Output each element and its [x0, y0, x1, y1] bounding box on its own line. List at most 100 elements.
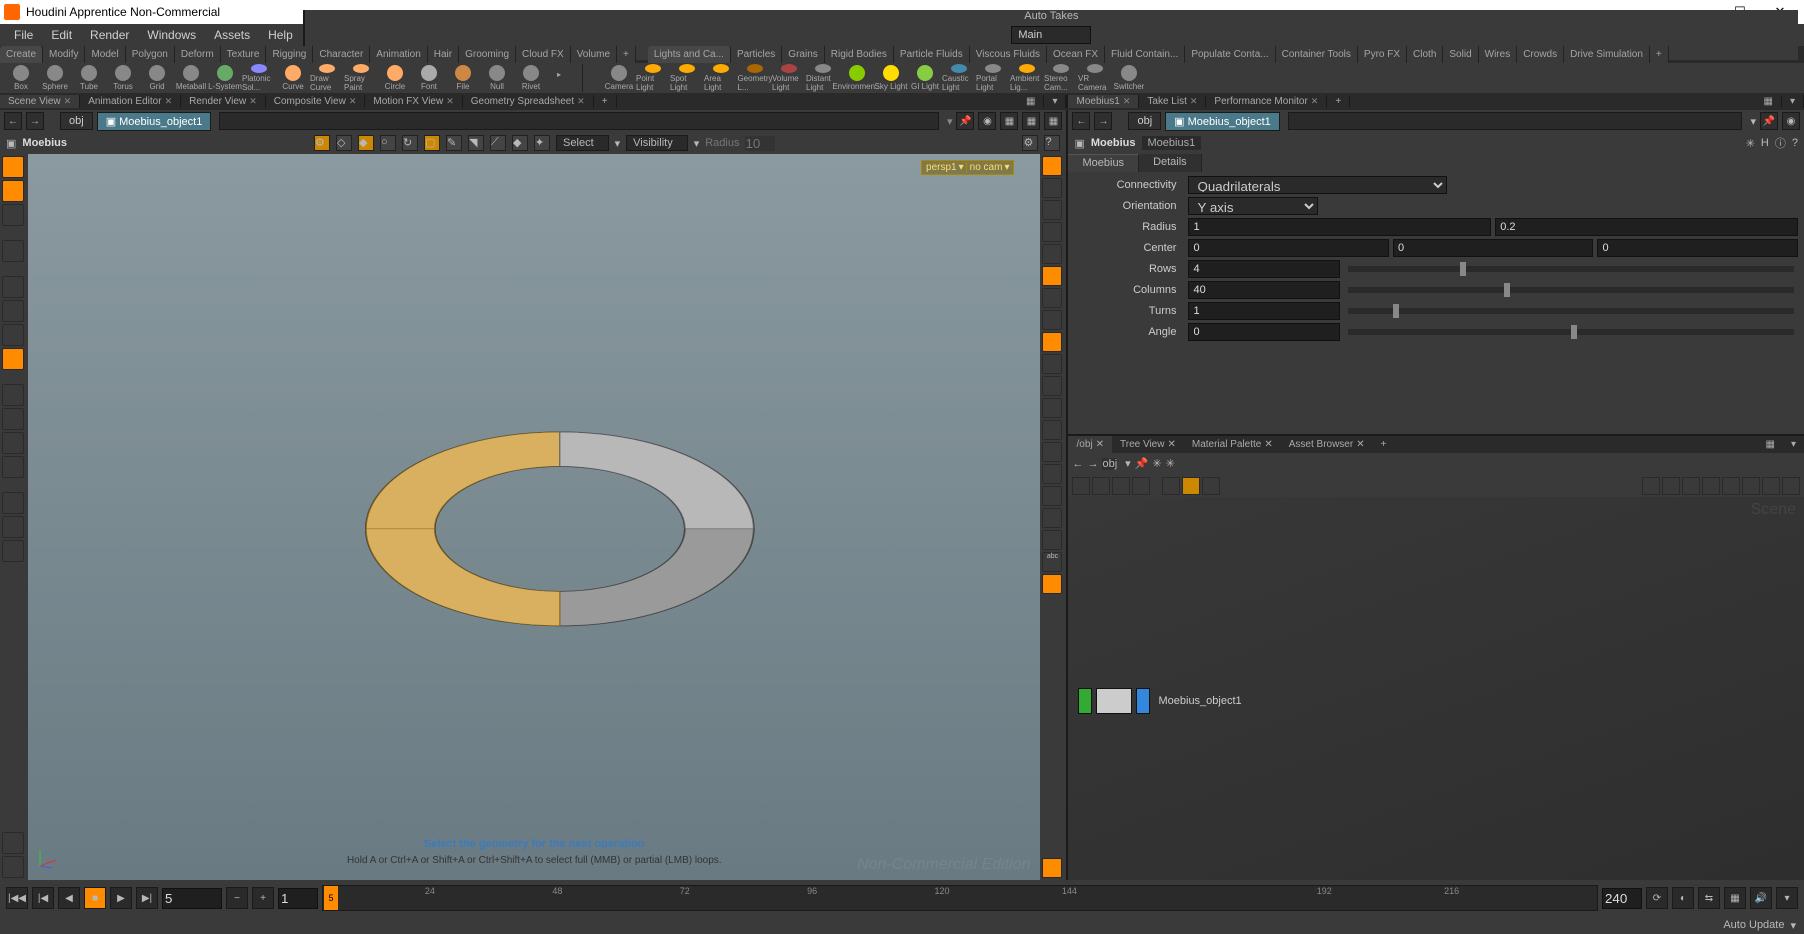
step-back-button[interactable]: |◀ — [32, 887, 54, 909]
shelf-tool-tube[interactable]: Tube — [72, 64, 106, 92]
display-icon[interactable]: ◇ — [336, 135, 352, 151]
link-icon[interactable]: ◉ — [1782, 112, 1800, 130]
operator-name-field[interactable]: Moebius1 — [1142, 136, 1202, 150]
chevron-down-icon[interactable]: ▾ — [1750, 115, 1756, 128]
display-option-button[interactable] — [1042, 398, 1062, 418]
tool-button[interactable] — [2, 516, 24, 538]
shelf-tab[interactable]: Model — [85, 46, 125, 63]
pin-icon[interactable]: 📌 — [1760, 112, 1778, 130]
shelf-tool-switcher[interactable]: Switcher — [1112, 64, 1146, 92]
tool-button[interactable] — [2, 856, 24, 878]
columns-slider[interactable] — [1348, 287, 1794, 293]
snap-tool-button[interactable] — [2, 432, 24, 454]
3d-viewport[interactable]: persp1▾no cam▾ Select the geometry for t… — [28, 154, 1040, 880]
tool-icon[interactable]: ✎ — [446, 135, 462, 151]
menu-file[interactable]: File — [6, 25, 41, 45]
lasso-icon[interactable]: ○ — [380, 135, 396, 151]
shelf-tool-spotlight[interactable]: Spot Light — [670, 64, 704, 92]
view-option-icon[interactable]: ▦ — [1000, 112, 1018, 130]
shelf-tool-geometryl[interactable]: Geometry L... — [738, 64, 772, 92]
network-tool-button[interactable] — [1182, 477, 1200, 495]
radius-b-input[interactable] — [1495, 218, 1798, 236]
menu-help[interactable]: Help — [260, 25, 301, 45]
network-tab[interactable]: Asset Browser✕ — [1281, 436, 1373, 453]
pane-tab[interactable]: Motion FX View✕ — [365, 95, 462, 108]
shelf-tab[interactable]: Cloth — [1407, 46, 1443, 63]
pane-tab[interactable]: Animation Editor✕ — [80, 95, 181, 108]
pane-tab[interactable]: Take List✕ — [1139, 95, 1206, 108]
menu-windows[interactable]: Windows — [139, 25, 204, 45]
visibility-dropdown[interactable]: Visibility — [626, 135, 688, 151]
link-icon[interactable]: ✳ — [1166, 457, 1175, 470]
nav-fwd-button[interactable]: → — [26, 112, 44, 130]
lock-icon[interactable] — [1042, 200, 1062, 220]
shelf-tool-volumelight[interactable]: Volume Light — [772, 64, 806, 92]
shelf-tab[interactable]: Hair — [428, 46, 459, 63]
orientation-dropdown[interactable]: Y axis — [1188, 197, 1317, 215]
shelf-tool-rivet[interactable]: Rivet — [514, 64, 548, 92]
shelf-tool-drawcurve[interactable]: Draw Curve — [310, 64, 344, 92]
network-tool-button[interactable] — [1162, 477, 1180, 495]
pane-tab[interactable]: Geometry Spreadsheet✕ — [463, 95, 594, 108]
lightbulb-icon[interactable] — [1042, 266, 1062, 286]
shelf-tab[interactable]: Texture — [221, 46, 267, 63]
nav-back-button[interactable]: ← — [1072, 112, 1090, 130]
timeline-option-button[interactable]: ⟳ — [1646, 887, 1668, 909]
display-option-button[interactable] — [1042, 464, 1062, 484]
pane-tab-add[interactable]: + — [594, 95, 617, 108]
pane-tab[interactable]: Render View✕ — [181, 95, 266, 108]
help-icon[interactable]: ? — [1044, 135, 1060, 151]
network-tool-button[interactable] — [1782, 477, 1800, 495]
shelf-tab[interactable]: Animation — [370, 46, 427, 63]
network-tool-button[interactable] — [1642, 477, 1660, 495]
help-icon[interactable]: ? — [1792, 137, 1798, 149]
shelf-tab[interactable]: Deform — [175, 46, 221, 63]
turns-slider[interactable] — [1348, 308, 1794, 314]
tool-button[interactable] — [2, 492, 24, 514]
network-node[interactable]: Moebius_object1 — [1078, 688, 1241, 714]
link-icon[interactable]: ✳ — [1152, 457, 1161, 470]
display-option-button[interactable] — [1042, 354, 1062, 374]
shelf-tab[interactable]: Pyro FX — [1358, 46, 1407, 63]
shelf-tab-create[interactable]: Create — [0, 46, 43, 63]
start-frame-input[interactable] — [278, 888, 318, 909]
goto-start-button[interactable]: |◀◀ — [6, 887, 28, 909]
shelf-tab[interactable]: Rigging — [266, 46, 313, 63]
shelf-tool-skylight[interactable]: Sky Light — [874, 64, 908, 92]
shelf-tool-spraypaint[interactable]: Spray Paint — [344, 64, 378, 92]
shelf-tool-curve[interactable]: Curve — [276, 64, 310, 92]
network-tab[interactable]: /obj✕ — [1068, 436, 1112, 453]
network-tool-button[interactable] — [1722, 477, 1740, 495]
display-option-button[interactable] — [1042, 442, 1062, 462]
display-option-button[interactable] — [1042, 310, 1062, 330]
pane-tab-scene-view[interactable]: Scene View✕ — [0, 95, 80, 108]
network-tool-button[interactable] — [1742, 477, 1760, 495]
shelf-tool-portallight[interactable]: Portal Light — [976, 64, 1010, 92]
display-icon[interactable]: ◆ — [358, 135, 374, 151]
globe-icon[interactable]: ◉ — [978, 112, 996, 130]
view-tool-button[interactable] — [2, 156, 24, 178]
marquee-icon[interactable]: ▢ — [424, 135, 440, 151]
pane-menu-icon[interactable]: ▾ — [1044, 95, 1066, 108]
shelf-tool-file[interactable]: File — [446, 64, 480, 92]
shelf-tool-stereocam[interactable]: Stereo Cam... — [1044, 64, 1078, 92]
shelf-tool-circle[interactable]: Circle — [378, 64, 412, 92]
info-icon[interactable]: ⓘ — [1775, 135, 1786, 151]
path-level[interactable]: obj — [60, 112, 93, 130]
radius-input[interactable] — [745, 136, 775, 151]
param-tab-moebius[interactable]: Moebius — [1068, 154, 1139, 172]
pane-tab[interactable]: Performance Monitor✕ — [1206, 95, 1327, 108]
pane-options-icon[interactable]: ▦ — [1018, 95, 1044, 108]
shelf-tool-platonicsol[interactable]: Platonic Sol... — [242, 64, 276, 92]
pin-icon[interactable]: 📌 — [1135, 457, 1149, 470]
shelf-add-button[interactable]: + — [617, 46, 636, 63]
snap-tool-button[interactable] — [2, 408, 24, 430]
grid-view-icon[interactable] — [1112, 477, 1130, 495]
shelf-tool-null[interactable]: Null — [480, 64, 514, 92]
shelf-tab[interactable]: Particle Fluids — [894, 46, 970, 63]
path-node[interactable]: ▣ Moebius_object1 — [97, 112, 212, 131]
shelf-tab[interactable]: Polygon — [126, 46, 175, 63]
network-tool-button[interactable] — [1202, 477, 1220, 495]
options-icon[interactable]: ⚙ — [1022, 135, 1038, 151]
display-option-button[interactable] — [1042, 178, 1062, 198]
